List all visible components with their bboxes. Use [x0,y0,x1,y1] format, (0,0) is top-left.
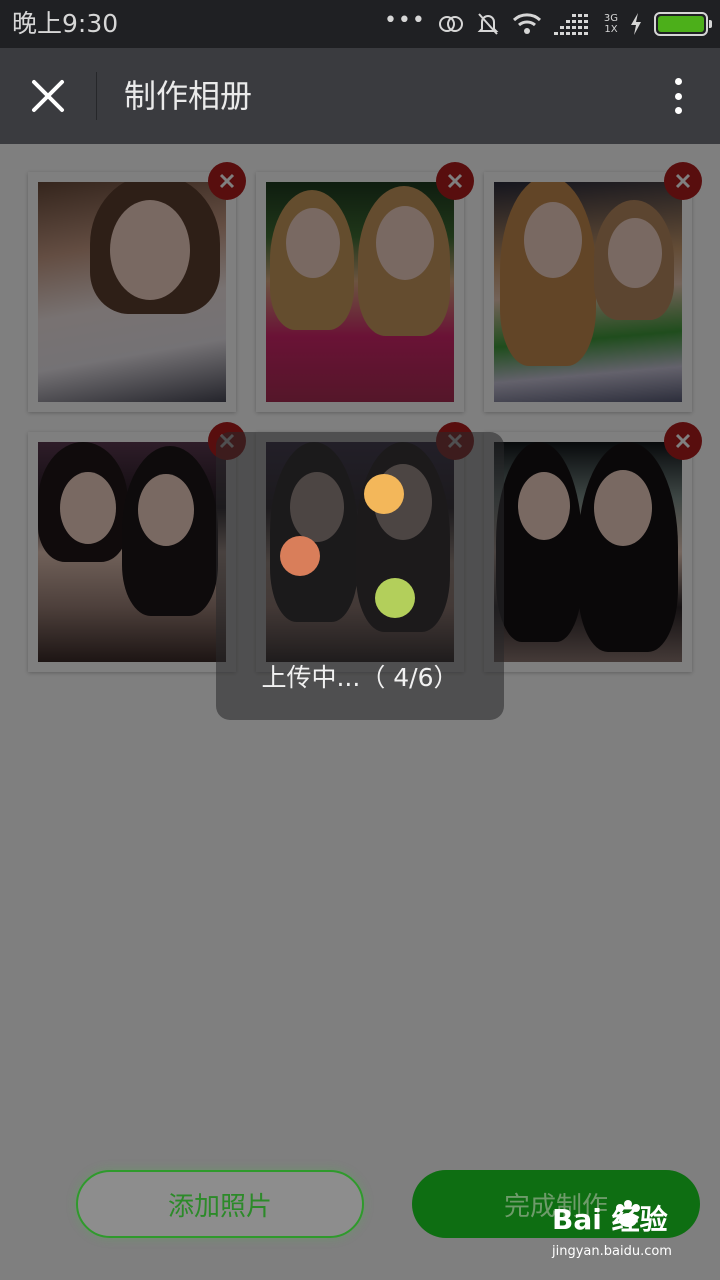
muted-bell-icon [477,13,499,35]
watermark-url: jingyan.baidu.com [552,1244,672,1259]
title-divider [96,72,97,120]
add-photo-button[interactable]: 添加照片 [76,1170,364,1238]
paw-icon [616,1200,640,1227]
battery-icon [654,12,712,36]
loading-dot [280,536,320,576]
close-button[interactable] [26,74,70,118]
more-button[interactable] [666,76,690,116]
status-icons: ••• 3G 1X [383,8,712,38]
watermark-logo: Bai 经验 [552,1203,668,1236]
title-bar: 制作相册 [0,48,720,144]
signal-icon [553,14,588,35]
network-type: 3G 1X [603,13,618,35]
status-bar: 晚上9:30 ••• 3G 1X [0,0,720,48]
loading-dot [364,474,404,514]
wifi-icon [512,13,541,34]
charging-icon [631,13,641,35]
battery-level [658,16,704,32]
upload-progress-text: 上传中...（ 4/6） [261,663,459,692]
close-icon [32,80,64,112]
more-vertical-icon [674,78,682,85]
baidu-jingyan-watermark: Bai 经验 jingyan.baidu.com [552,1196,712,1266]
upload-progress-toast: 上传中...（ 4/6） [216,432,504,720]
more-dots-icon: ••• [383,8,426,33]
sync-icon [438,16,463,32]
page-title: 制作相册 [124,77,253,115]
loading-dot [375,578,415,618]
status-time: 晚上9:30 [12,9,119,38]
